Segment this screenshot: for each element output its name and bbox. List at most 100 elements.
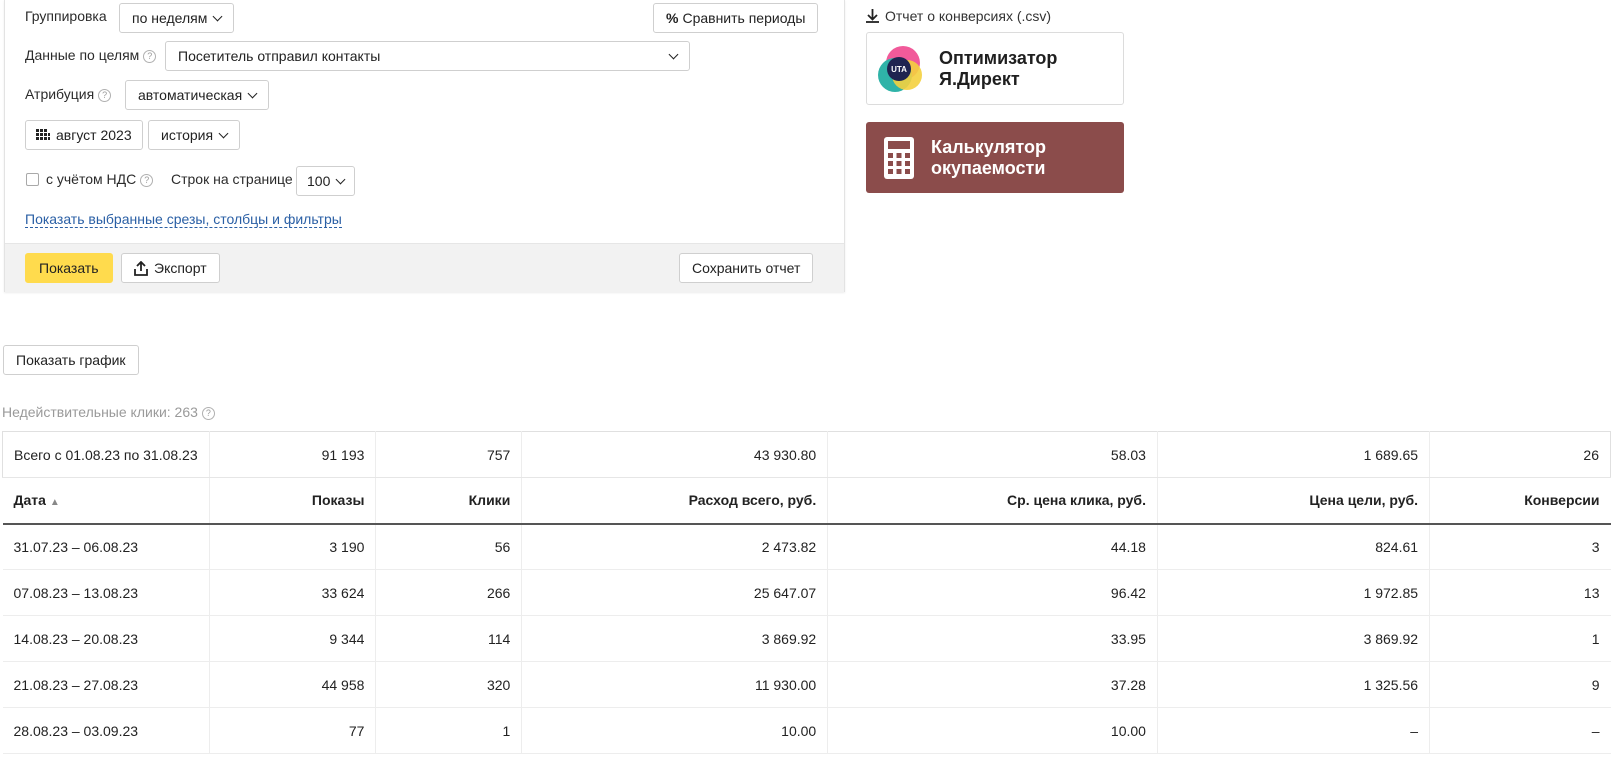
- table-cell: –: [1429, 707, 1611, 754]
- table-cell: 33 624: [209, 569, 377, 616]
- grouping-value: по неделям: [132, 10, 208, 26]
- period-button[interactable]: август 2023: [25, 120, 143, 150]
- rows-per-page-select[interactable]: 100: [296, 166, 356, 196]
- attribution-select[interactable]: автоматическая: [125, 80, 270, 110]
- table-cell: 266: [375, 569, 523, 616]
- chevron-down-icon: [218, 128, 229, 138]
- table-cell: 1: [375, 707, 523, 754]
- export-button[interactable]: Экспорт: [121, 253, 220, 283]
- table-cell: 320: [375, 661, 523, 708]
- optimizer-title-line-2: Я.Директ: [939, 68, 1020, 89]
- history-select[interactable]: история: [148, 120, 241, 150]
- grouping-select[interactable]: по неделям: [119, 3, 235, 33]
- optimizer-card[interactable]: UTA Оптимизатор Я.Директ: [866, 32, 1124, 105]
- help-icon[interactable]: ?: [98, 89, 112, 102]
- save-report-label: Сохранить отчет: [692, 260, 801, 276]
- attribution-label-text: Атрибуция: [25, 86, 95, 102]
- table-cell: 33.95: [827, 615, 1158, 662]
- table-row: 28.08.23 – 03.09.23 77 1 10.00 10.00 – –: [2, 707, 1611, 754]
- table-cell: 21.08.23 – 27.08.23: [2, 661, 210, 708]
- table-cell: 25 647.07: [521, 569, 829, 616]
- column-header-date[interactable]: Дата ▲: [2, 477, 210, 525]
- compare-periods-label: Сравнить периоды: [682, 10, 806, 26]
- vat-checkbox[interactable]: [26, 173, 39, 186]
- calculator-title-line-1: Калькулятор: [931, 136, 1047, 157]
- table-cell: 13: [1429, 569, 1611, 616]
- chevron-down-icon: [212, 11, 223, 21]
- calculator-title: Калькулятор окупаемости: [931, 137, 1046, 179]
- invalid-clicks-text: Недействительные клики: 263: [2, 404, 198, 420]
- table-cell: 1 325.56: [1157, 661, 1431, 708]
- vat-label-text: с учётом НДС: [46, 171, 137, 187]
- grouping-label: Группировка: [25, 8, 107, 24]
- compare-periods-button[interactable]: % Сравнить периоды: [653, 3, 819, 33]
- conversions-csv-link[interactable]: Отчет о конверсиях (.csv): [866, 8, 1051, 24]
- show-button-label: Показать: [39, 260, 99, 276]
- settings-body: Группировка по неделям % Сравнить период…: [5, 0, 844, 243]
- optimizer-logo-icon: UTA: [878, 45, 922, 92]
- table-cell: 28.08.23 – 03.09.23: [2, 707, 210, 754]
- settings-footer: Показать Экспорт Сохранить отчет: [5, 243, 844, 292]
- show-chart-button[interactable]: Показать график: [3, 345, 139, 375]
- table-cell: –: [1157, 707, 1431, 754]
- table-cell: 56: [375, 523, 523, 570]
- download-icon: [866, 9, 879, 23]
- table-cell: 11 930.00: [521, 661, 829, 708]
- optimizer-title-line-1: Оптимизатор: [939, 47, 1058, 68]
- table-cell: 10.00: [521, 707, 829, 754]
- chevron-down-icon: [247, 88, 258, 98]
- column-header-label: Дата: [13, 492, 46, 509]
- column-header-avg-cpc[interactable]: Ср. цена клика, руб.: [827, 477, 1158, 525]
- history-value: история: [161, 127, 214, 143]
- table-cell: 9 344: [209, 615, 377, 662]
- goals-value: Посетитель отправил контакты: [178, 48, 381, 64]
- optimizer-logo-text: UTA: [891, 65, 907, 74]
- column-header-clicks[interactable]: Клики: [375, 477, 523, 525]
- total-cell: 58.03: [827, 431, 1158, 478]
- rows-per-page-value: 100: [307, 173, 331, 189]
- goals-select[interactable]: Посетитель отправил контакты: [165, 41, 690, 71]
- table-cell: 14.08.23 – 20.08.23: [2, 615, 210, 662]
- total-cell: 757: [375, 431, 523, 478]
- show-filters-link[interactable]: Показать выбранные срезы, столбцы и филь…: [25, 211, 342, 228]
- column-header-goal-cost[interactable]: Цена цели, руб.: [1157, 477, 1431, 525]
- table-cell: 44.18: [827, 523, 1158, 570]
- table-cell: 10.00: [827, 707, 1158, 754]
- table-cell: 824.61: [1157, 523, 1431, 570]
- optimizer-title: Оптимизатор Я.Директ: [939, 48, 1057, 90]
- table-cell: 44 958: [209, 661, 377, 708]
- table-cell: 2 473.82: [521, 523, 829, 570]
- report-table: Всего с 01.08.23 по 31.08.23 91 193 757 …: [2, 431, 1611, 754]
- table-cell: 3 869.92: [521, 615, 829, 662]
- show-button[interactable]: Показать: [25, 253, 113, 283]
- attribution-label: Атрибуция?: [25, 86, 112, 102]
- vat-label: с учётом НДС?: [46, 171, 154, 187]
- table-cell: 96.42: [827, 569, 1158, 616]
- column-header-impressions[interactable]: Показы: [209, 477, 377, 525]
- report-settings-panel: Группировка по неделям % Сравнить период…: [4, 0, 845, 292]
- csv-link-label: Отчет о конверсиях (.csv): [885, 8, 1052, 24]
- column-header-conversions[interactable]: Конверсии: [1429, 477, 1611, 525]
- table-cell: 3 869.92: [1157, 615, 1431, 662]
- help-icon[interactable]: ?: [201, 407, 215, 420]
- period-value: август 2023: [56, 127, 132, 143]
- column-header-spend[interactable]: Расход всего, руб.: [521, 477, 829, 525]
- help-icon[interactable]: ?: [140, 174, 154, 187]
- table-cell: 37.28: [827, 661, 1158, 708]
- table-cell: 3 190: [209, 523, 377, 570]
- table-row: 14.08.23 – 20.08.23 9 344 114 3 869.92 3…: [2, 615, 1611, 662]
- upload-icon: [134, 260, 148, 276]
- calendar-icon: [36, 129, 50, 140]
- totals-row: Всего с 01.08.23 по 31.08.23 91 193 757 …: [2, 431, 1611, 478]
- roi-calculator-card[interactable]: Калькулятор окупаемости: [866, 122, 1124, 193]
- export-button-label: Экспорт: [154, 260, 207, 276]
- table-cell: 31.07.23 – 06.08.23: [2, 523, 210, 570]
- table-cell: 1 972.85: [1157, 569, 1431, 616]
- goals-label: Данные по целям?: [25, 47, 157, 63]
- total-cell: 1 689.65: [1157, 431, 1431, 478]
- table-cell: 77: [209, 707, 377, 754]
- help-icon[interactable]: ?: [143, 50, 157, 63]
- table-cell: 07.08.23 – 13.08.23: [2, 569, 210, 616]
- save-report-button[interactable]: Сохранить отчет: [679, 253, 814, 283]
- table-cell: 9: [1429, 661, 1611, 708]
